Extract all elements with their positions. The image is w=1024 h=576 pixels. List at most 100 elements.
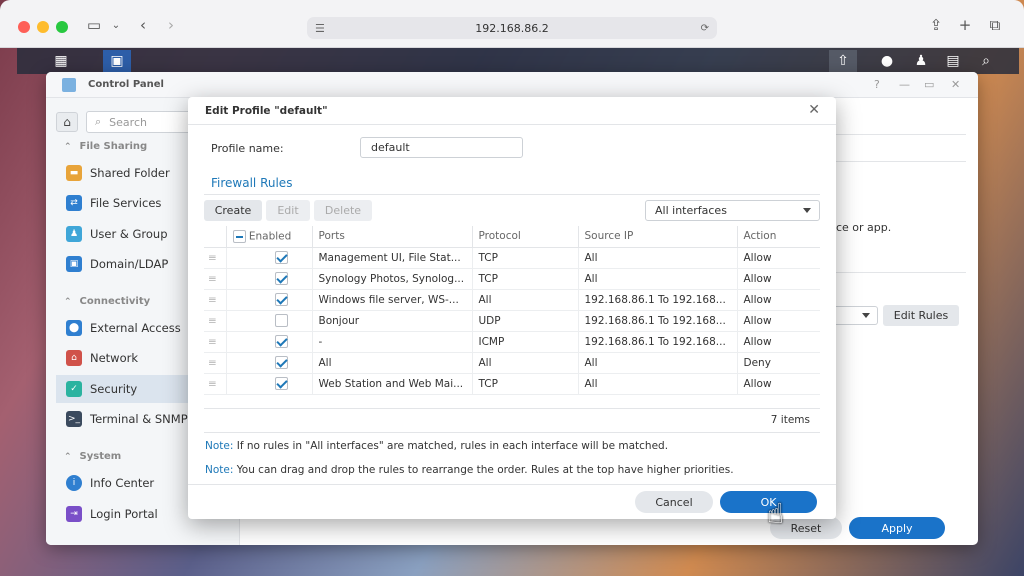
maximize-icon[interactable]: ▭ (924, 78, 934, 91)
profile-select[interactable] (836, 306, 878, 325)
table-row[interactable]: ≡ Bonjour UDP 192.168.86.1 To 192.168... All… (204, 310, 820, 332)
enabled-checkbox[interactable] (225, 352, 312, 374)
close-icon[interactable]: ✕ (951, 78, 960, 91)
action-cell: Allow (736, 247, 820, 269)
rule-enabled-checkbox[interactable] (274, 251, 288, 264)
chevron-up-icon: ⌃ (64, 451, 72, 462)
protocol-cell: All (471, 352, 578, 374)
ports-cell: - (311, 331, 472, 353)
sidebar-item-label: Info Center (90, 476, 155, 490)
back-icon[interactable]: ‹ (133, 15, 153, 35)
source-ip-cell: All (577, 268, 737, 290)
rule-enabled-checkbox[interactable] (274, 335, 288, 348)
column-source-ip[interactable]: Source IP (577, 226, 737, 248)
help-icon[interactable]: ? (874, 78, 880, 91)
control-panel-taskbar-icon[interactable]: ▣ (103, 50, 131, 72)
column-action[interactable]: Action (736, 226, 820, 248)
dialog-title: Edit Profile "default" (205, 105, 328, 117)
drag-handle-icon[interactable]: ≡ (204, 247, 226, 269)
source-ip-cell: All (577, 247, 737, 269)
enabled-checkbox[interactable] (225, 247, 312, 269)
protocol-cell: TCP (471, 268, 578, 290)
source-ip-cell: 192.168.86.1 To 192.168... (577, 310, 737, 332)
rule-enabled-checkbox[interactable] (274, 314, 288, 327)
column-protocol[interactable]: Protocol (471, 226, 578, 248)
search-icon: ⌕ (95, 115, 102, 128)
rule-enabled-checkbox[interactable] (274, 272, 288, 285)
main-divider (836, 161, 966, 162)
table-row[interactable]: ≡ Management UI, File Stat... TCP All Allow (204, 247, 820, 269)
drag-handle-icon[interactable]: ≡ (204, 268, 226, 290)
upload-icon[interactable]: ⇧ (829, 50, 857, 72)
enabled-checkbox[interactable] (225, 289, 312, 311)
search-icon[interactable]: ⌕ (972, 50, 1000, 72)
table-row[interactable]: ≡ All All All Deny (204, 352, 820, 374)
apply-button[interactable]: Apply (849, 517, 945, 539)
source-ip-cell: 192.168.86.1 To 192.168... (577, 331, 737, 353)
sidebar-toggle-icon[interactable]: ▭ (84, 15, 104, 35)
user-icon[interactable]: ♟ (907, 50, 935, 72)
drag-handle-icon[interactable]: ≡ (204, 310, 226, 332)
dsm-taskbar: ▦ ▣ ⇧ ● ♟ ▤ ⌕ (17, 48, 1019, 74)
table-row[interactable]: ≡ Web Station and Web Mai... TCP All Allow (204, 373, 820, 395)
column-enabled[interactable]: Enabled (225, 226, 312, 248)
chevron-down-icon[interactable]: ⌄ (106, 15, 126, 35)
sidebar-item-label: Domain/LDAP (90, 257, 169, 271)
new-tab-icon[interactable]: + (955, 15, 975, 35)
drag-handle-icon[interactable]: ≡ (204, 289, 226, 311)
section-file-sharing[interactable]: ⌃ File Sharing (64, 141, 147, 152)
enabled-checkbox[interactable] (225, 331, 312, 353)
select-all-checkbox[interactable] (232, 229, 246, 243)
profile-name-input[interactable]: default (360, 137, 523, 158)
shield-icon: ✓ (66, 381, 82, 397)
rule-enabled-checkbox[interactable] (274, 293, 288, 306)
address-bar[interactable]: ☰ 192.168.86.2 ⟳ (307, 17, 717, 39)
interface-select[interactable]: All interfaces (645, 200, 820, 221)
cancel-button[interactable]: Cancel (635, 491, 713, 513)
control-panel-logo-icon (62, 78, 76, 92)
action-cell: Allow (736, 331, 820, 353)
dialog-header: Edit Profile "default" ✕ (188, 97, 836, 125)
main-divider (836, 272, 966, 273)
section-system[interactable]: ⌃ System (64, 451, 121, 462)
notification-icon[interactable]: ● (873, 50, 901, 72)
minimize-icon[interactable]: — (899, 78, 910, 91)
delete-button[interactable]: Delete (314, 200, 372, 221)
enabled-checkbox[interactable] (225, 310, 312, 332)
drag-handle-icon[interactable]: ≡ (204, 373, 226, 395)
page-settings-icon[interactable]: ☰ (315, 22, 325, 35)
ports-cell: Management UI, File Stat... (311, 247, 472, 269)
source-ip-cell: All (577, 373, 737, 395)
minimize-window-button[interactable] (37, 21, 49, 33)
sidebar-item-label: Security (90, 382, 138, 396)
column-ports[interactable]: Ports (311, 226, 472, 248)
enabled-checkbox[interactable] (225, 373, 312, 395)
zoom-window-button[interactable] (56, 21, 68, 33)
rule-enabled-checkbox[interactable] (274, 377, 288, 390)
url-text: 192.168.86.2 (475, 21, 549, 35)
edit-rules-button[interactable]: Edit Rules (883, 305, 959, 326)
table-row[interactable]: ≡ Synology Photos, Synolog... TCP All Allow (204, 268, 820, 290)
ports-cell: Web Station and Web Mai... (311, 373, 472, 395)
forward-icon[interactable]: › (161, 15, 181, 35)
create-button[interactable]: Create (204, 200, 262, 221)
close-window-button[interactable] (18, 21, 30, 33)
dropdown-arrow-icon (862, 313, 870, 318)
window-controls (18, 21, 68, 33)
widgets-icon[interactable]: ▤ (939, 50, 967, 72)
edit-button[interactable]: Edit (266, 200, 310, 221)
share-icon[interactable]: ⇪ (926, 15, 946, 35)
drag-handle-icon[interactable]: ≡ (204, 352, 226, 374)
enabled-checkbox[interactable] (225, 268, 312, 290)
reload-icon[interactable]: ⟳ (701, 23, 709, 34)
table-row[interactable]: ≡ Windows file server, WS-... All 192.168.8… (204, 289, 820, 311)
rule-enabled-checkbox[interactable] (274, 356, 288, 369)
main-menu-icon[interactable]: ▦ (47, 50, 75, 72)
terminal-icon: >_ (66, 411, 82, 427)
section-connectivity[interactable]: ⌃ Connectivity (64, 296, 150, 307)
table-row[interactable]: ≡ - ICMP 192.168.86.1 To 192.168... Allow (204, 331, 820, 353)
tab-overview-icon[interactable]: ⧉ (985, 15, 1005, 35)
drag-handle-icon[interactable]: ≡ (204, 331, 226, 353)
home-icon[interactable]: ⌂ (56, 112, 78, 132)
close-icon[interactable]: ✕ (808, 102, 820, 118)
